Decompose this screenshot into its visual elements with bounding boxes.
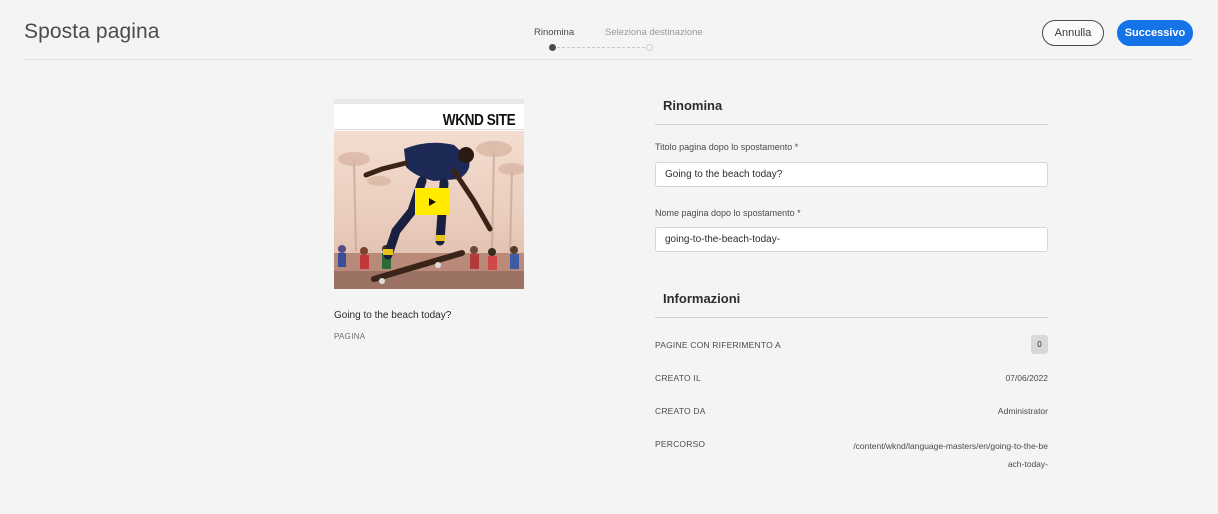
page-thumbnail: WKND SITE — [334, 99, 524, 289]
rename-divider — [655, 124, 1048, 125]
play-button[interactable] — [415, 188, 449, 215]
step-track — [557, 47, 645, 48]
step-destination-indicator — [646, 44, 653, 51]
card-title: Going to the beach today? — [334, 310, 452, 321]
references-count-badge: 0 — [1031, 335, 1048, 354]
title-field[interactable] — [655, 162, 1048, 187]
name-field[interactable] — [655, 227, 1048, 252]
thumbnail-header: WKND SITE — [334, 104, 524, 130]
step-rename-indicator — [549, 44, 556, 51]
created-by-label: CREATO DA — [655, 406, 706, 416]
step-rename-label: Rinomina — [534, 27, 575, 38]
card-type: PAGINA — [334, 332, 366, 341]
created-on-label: CREATO IL — [655, 373, 701, 383]
cancel-button[interactable]: Annulla — [1042, 20, 1104, 46]
title-field-label: Titolo pagina dopo lo spostamento * — [655, 142, 799, 152]
name-field-label: Nome pagina dopo lo spostamento * — [655, 208, 801, 218]
wizard-steps: Rinomina Seleziona destinazione — [534, 27, 714, 57]
info-heading: Informazioni — [663, 291, 741, 306]
path-value: /content/wknd/language-masters/en/going-… — [853, 441, 1048, 469]
created-by-value: Administrator — [997, 406, 1048, 416]
references-label: PAGINE CON RIFERIMENTO A — [655, 340, 781, 350]
top-bar: Sposta pagina Rinomina Seleziona destina… — [0, 0, 1218, 60]
created-on-value: 07/06/2022 — [1005, 373, 1048, 383]
next-button[interactable]: Successivo — [1117, 20, 1193, 46]
info-divider — [655, 317, 1048, 318]
step-destination-label: Seleziona destinazione — [605, 27, 703, 38]
wknd-logo: WKND SITE — [442, 112, 516, 129]
rename-heading: Rinomina — [663, 98, 723, 113]
play-icon — [429, 197, 436, 206]
path-label: PERCORSO — [655, 439, 706, 449]
page-title: Sposta pagina — [24, 20, 160, 43]
header-divider — [24, 59, 1192, 60]
